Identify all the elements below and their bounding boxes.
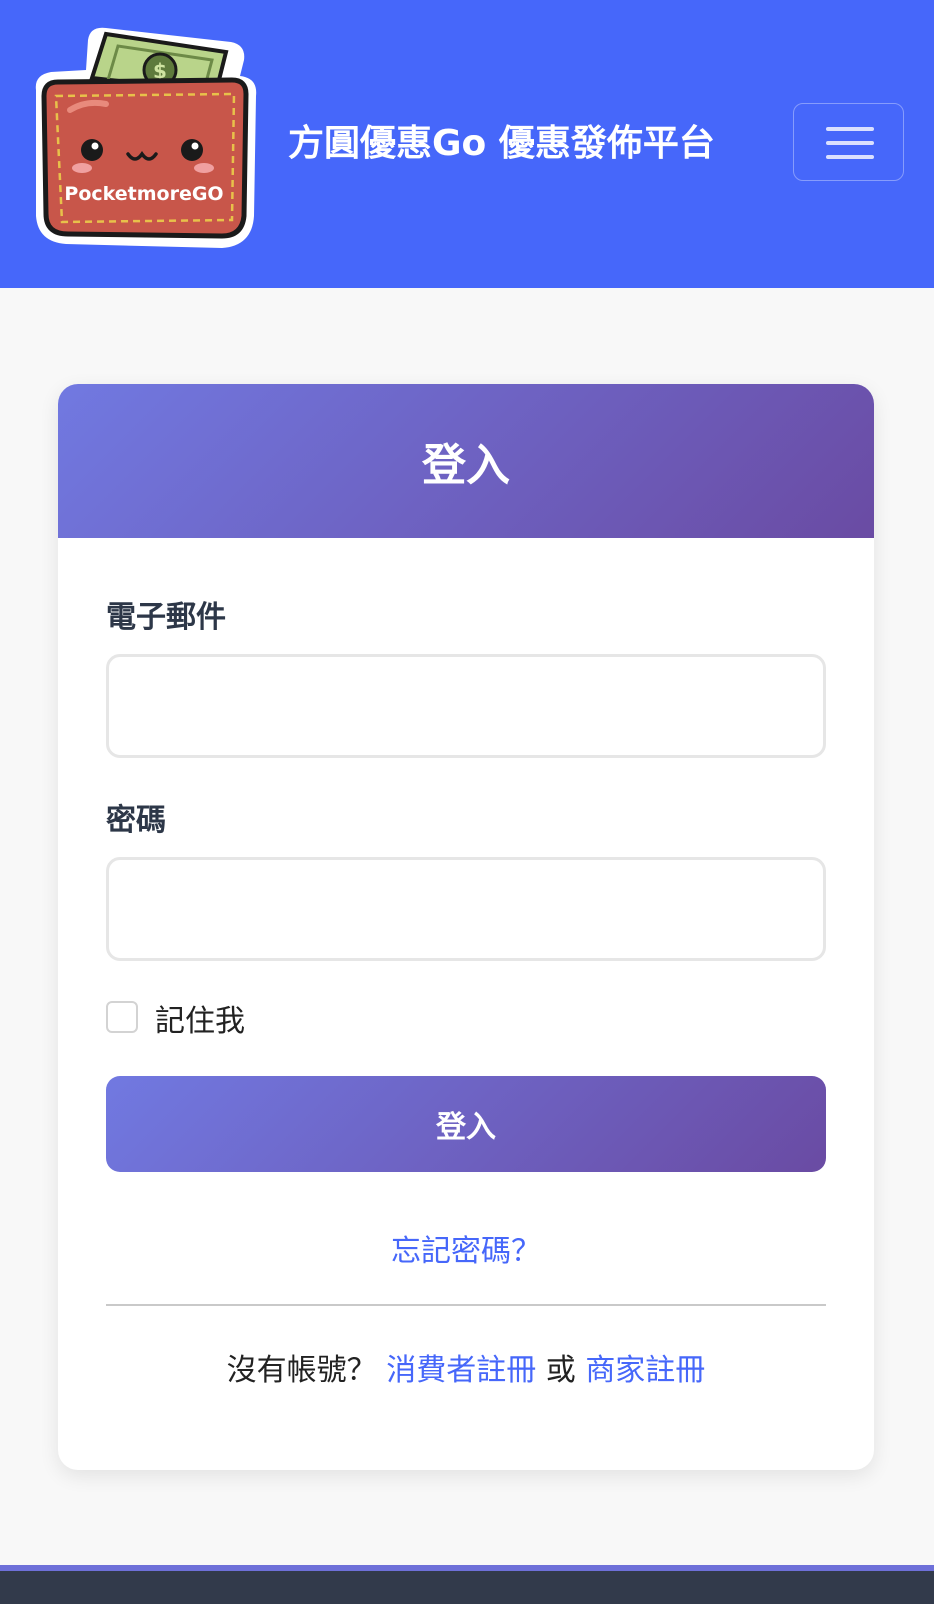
consumer-register-link[interactable]: 消費者註冊 — [386, 1353, 536, 1388]
register-row: 沒有帳號？ 消費者註冊 或 商家註冊 — [58, 1345, 874, 1389]
brand-title[interactable]: 方圓優惠Go 優惠發佈平台 — [288, 116, 715, 172]
remember-me-checkbox[interactable] — [106, 1001, 138, 1033]
remember-me-label[interactable]: 記住我 — [155, 996, 245, 1040]
password-input[interactable] — [106, 857, 826, 961]
login-card-header: 登入 — [58, 384, 874, 538]
login-submit-button[interactable]: 登入 — [106, 1076, 826, 1172]
forgot-password-row: 忘記密碼？ — [58, 1226, 874, 1270]
forgot-password-link[interactable]: 忘記密碼？ — [391, 1234, 541, 1269]
or-text: 或 — [545, 1353, 576, 1388]
top-navbar: $ PocketmoreGO 方圓優惠Go 優惠發佈平台 — [0, 0, 934, 288]
login-card: 登入 電子郵件 密碼 記住我 登入 忘記密碼？ 沒有帳號？ 消費者註冊 或 商家… — [58, 384, 874, 1470]
divider — [106, 1304, 826, 1306]
svg-text:PocketmoreGO: PocketmoreGO — [64, 183, 223, 205]
wallet-logo-icon[interactable]: $ PocketmoreGO — [26, 20, 266, 254]
page-footer — [0, 1565, 934, 1604]
no-account-text: 沒有帳號？ — [226, 1353, 377, 1388]
hamburger-icon — [826, 127, 874, 159]
email-label: 電子郵件 — [106, 600, 226, 635]
email-input[interactable] — [106, 654, 826, 758]
menu-toggle-button[interactable] — [793, 103, 904, 181]
merchant-register-link[interactable]: 商家註冊 — [585, 1353, 705, 1388]
password-label: 密碼 — [106, 803, 166, 838]
login-title: 登入 — [422, 440, 510, 491]
